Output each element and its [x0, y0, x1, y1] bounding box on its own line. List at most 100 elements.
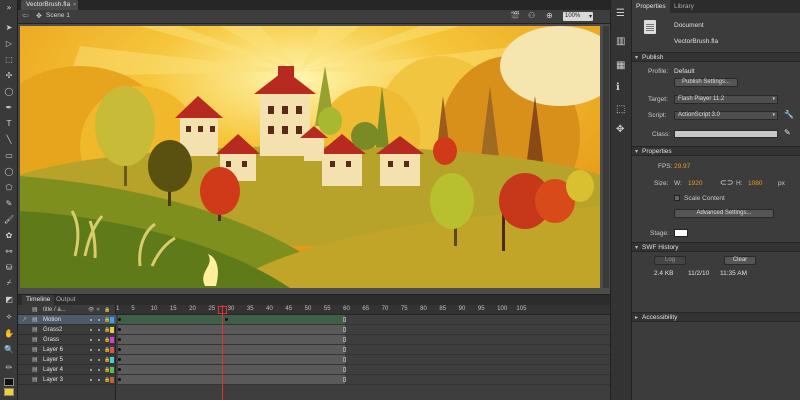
bone-tool-icon[interactable]: ⚯ — [3, 246, 15, 256]
layer-row[interactable]: ▤ Grass 🔒 — [18, 335, 116, 345]
frame-span[interactable] — [118, 345, 346, 354]
lasso-tool-icon[interactable]: ◯ — [3, 86, 15, 96]
center-stage-icon[interactable]: ⊕ — [546, 11, 553, 20]
span-end-marker[interactable] — [343, 317, 347, 322]
layer-row[interactable]: ▤ Layer 6 🔒 — [18, 345, 116, 355]
scene-label[interactable]: Scene 1 — [46, 12, 70, 19]
info-panel-icon[interactable]: ℹ — [616, 82, 620, 93]
frame-row[interactable] — [116, 355, 610, 365]
paint-bucket-tool-icon[interactable]: ⛁ — [3, 262, 15, 272]
scale-content-checkbox[interactable] — [674, 195, 680, 201]
span-end-marker[interactable] — [343, 367, 347, 372]
width-value[interactable]: 1920 — [688, 180, 702, 187]
text-tool-icon[interactable]: T — [3, 118, 15, 128]
stroke-color-icon[interactable]: ✏ — [3, 362, 15, 372]
brush-tool-icon[interactable]: 🖌 — [3, 214, 15, 224]
keyframe[interactable] — [118, 368, 121, 371]
layer-header-row[interactable]: ▤ title / a... 👁 ✕ 🔒 — [18, 305, 116, 315]
visibility-dot[interactable] — [90, 339, 92, 341]
delete-layer-icon[interactable]: ✕ — [96, 305, 100, 315]
frame-span[interactable] — [118, 325, 346, 334]
section-accessibility[interactable]: Accessibility — [632, 312, 800, 322]
rectangle-tool-icon[interactable]: ▭ — [3, 150, 15, 160]
deco-tool-icon[interactable]: ✿ — [3, 230, 15, 240]
back-arrow-icon[interactable]: ⇦ — [22, 11, 29, 20]
outline-dot[interactable] — [98, 319, 100, 321]
log-button[interactable]: Log — [654, 256, 686, 265]
free-transform-tool-icon[interactable]: ⬚ — [3, 54, 15, 64]
frame-span[interactable] — [118, 375, 346, 384]
3d-rotation-tool-icon[interactable]: ✣ — [3, 70, 15, 80]
span-end-marker[interactable] — [343, 377, 347, 382]
zoom-tool-icon[interactable]: 🔍 — [3, 344, 15, 354]
stage-vertical-scrollbar[interactable] — [603, 26, 609, 288]
frame-span[interactable] — [118, 355, 346, 364]
zoom-select[interactable]: 100% — [563, 12, 593, 21]
library-panel-icon[interactable]: ▥ — [616, 36, 625, 47]
layer-row[interactable]: ▤ Layer 4 🔒 — [18, 365, 116, 375]
clapper-icon[interactable]: 🎬 — [510, 11, 520, 20]
link-icon[interactable]: ⊂⊃ — [720, 178, 733, 187]
keyframe[interactable] — [118, 378, 121, 381]
frame-row[interactable] — [116, 375, 610, 385]
layer-row[interactable]: ▤ Grass2 🔒 — [18, 325, 116, 335]
span-end-marker[interactable] — [343, 327, 347, 332]
height-value[interactable]: 1080 — [748, 180, 762, 187]
outline-dot[interactable] — [98, 369, 100, 371]
pen-tool-icon[interactable]: ✒ — [3, 102, 15, 112]
keyframe[interactable] — [118, 328, 121, 331]
frames-area[interactable]: 1 5 10 15 20 25 30 35 40 45 50 55 60 65 70 75 80 85 90 95 10… — [116, 305, 610, 400]
clear-button[interactable]: Clear — [724, 256, 756, 265]
frame-row[interactable] — [116, 345, 610, 355]
edit-class-icon[interactable]: ✎ — [784, 128, 791, 137]
script-select[interactable]: ActionScript 3.0 — [674, 111, 778, 120]
span-end-marker[interactable] — [343, 347, 347, 352]
outline-dot[interactable] — [98, 339, 100, 341]
subselection-tool-icon[interactable]: ▷ — [3, 38, 15, 48]
motion-tween-span[interactable] — [118, 315, 346, 324]
layer-row[interactable]: ↗ ▤ Motion 🔒 — [18, 315, 116, 325]
line-tool-icon[interactable]: ╲ — [3, 134, 15, 144]
stage-canvas[interactable] — [20, 26, 600, 288]
publish-settings-button[interactable]: Publish Settings... — [674, 78, 738, 87]
class-input[interactable] — [674, 130, 778, 138]
eraser-tool-icon[interactable]: ◩ — [3, 294, 15, 304]
outline-dot[interactable] — [98, 329, 100, 331]
layer-color-swatch[interactable] — [110, 367, 114, 373]
frame-ruler[interactable]: 1 5 10 15 20 25 30 35 40 45 50 55 60 65 70 75 80 85 90 95 10… — [116, 305, 610, 315]
section-swf-history[interactable]: SWF History — [632, 242, 800, 252]
visibility-dot[interactable] — [90, 349, 92, 351]
fill-color-swatch[interactable] — [4, 388, 14, 396]
tab-properties[interactable]: Properties — [632, 0, 670, 13]
section-publish[interactable]: Publish — [632, 52, 800, 62]
span-end-marker[interactable] — [343, 357, 347, 362]
frame-row[interactable] — [116, 325, 610, 335]
layer-color-swatch[interactable] — [110, 327, 114, 333]
tab-output[interactable]: Output — [52, 295, 80, 305]
layer-row[interactable]: ▤ Layer 3 🔒 — [18, 375, 116, 385]
wrench-icon[interactable]: 🔧 — [784, 110, 794, 119]
keyframe[interactable] — [118, 338, 121, 341]
property-keyframe[interactable] — [224, 318, 228, 321]
keyframe[interactable] — [118, 358, 121, 361]
eye-icon[interactable]: 👁 — [88, 305, 94, 315]
pencil-tool-icon[interactable]: ✎ — [3, 198, 15, 208]
frame-span[interactable] — [118, 335, 346, 344]
layer-color-swatch[interactable] — [110, 347, 114, 353]
visibility-dot[interactable] — [90, 359, 92, 361]
hand-tool-icon[interactable]: ✋ — [3, 328, 15, 338]
motion-presets-icon[interactable]: ✥ — [616, 124, 624, 135]
advanced-settings-button[interactable]: Advanced Settings... — [674, 209, 774, 218]
outline-dot[interactable] — [98, 349, 100, 351]
outline-dot[interactable] — [98, 379, 100, 381]
outline-dot[interactable] — [98, 359, 100, 361]
close-icon[interactable]: × — [73, 0, 76, 10]
transform-panel-icon[interactable]: ⬚ — [616, 104, 625, 115]
document-tab[interactable]: VectorBrush.fla × — [21, 0, 79, 10]
eyedropper-tool-icon[interactable]: ⌿ — [3, 278, 15, 288]
collapse-icon[interactable]: » — [3, 2, 15, 12]
layer-row[interactable]: ▤ Layer 5 🔒 — [18, 355, 116, 365]
fps-value[interactable]: 29.97 — [674, 163, 690, 170]
visibility-dot[interactable] — [90, 369, 92, 371]
width-tool-icon[interactable]: ⟡ — [3, 312, 15, 322]
